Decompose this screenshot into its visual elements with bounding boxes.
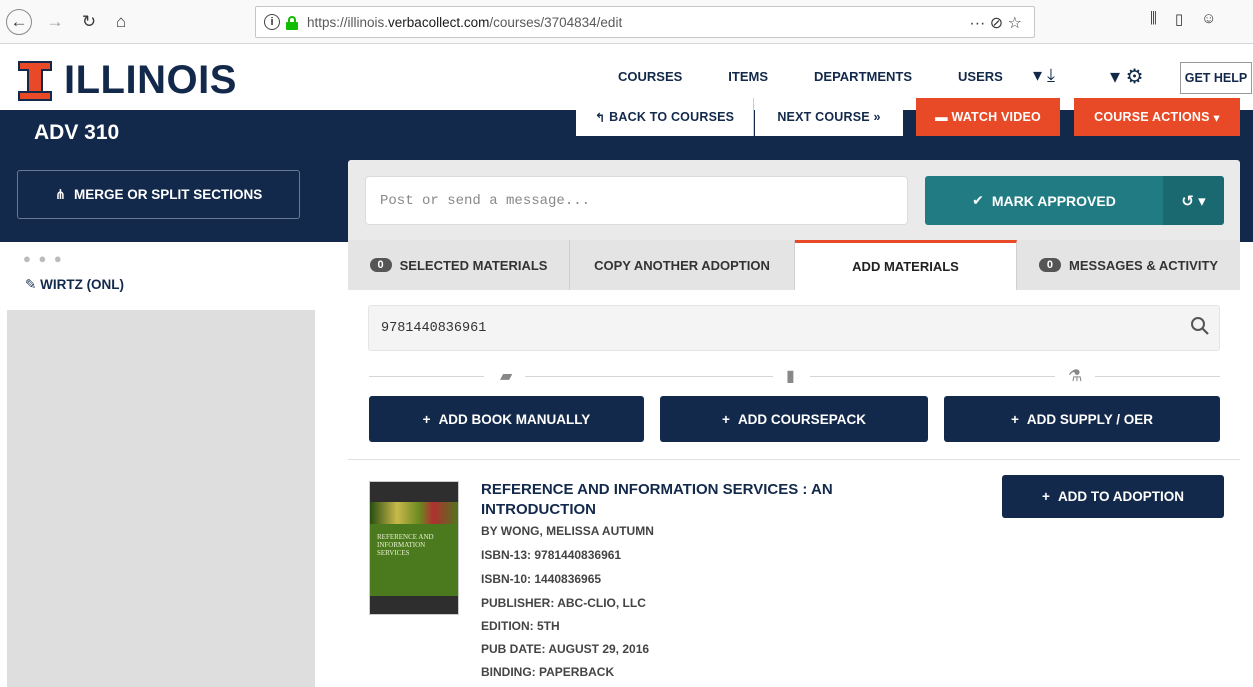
back-icon: ↰ xyxy=(594,110,610,125)
divider-line xyxy=(525,376,773,377)
section-wirtz[interactable]: ✎ WIRTZ (ONL) xyxy=(25,277,124,293)
book-icon: ▰ xyxy=(500,368,513,385)
browser-tools: ⫼ ▯ ☺ xyxy=(1150,10,1217,28)
tab-copy-adoption[interactable]: COPY ANOTHER ADOPTION xyxy=(570,240,795,290)
nav-users[interactable]: USERS xyxy=(958,69,1003,84)
plus-icon: + xyxy=(1011,411,1019,427)
plus-icon: + xyxy=(1042,489,1050,504)
section-dots: ● ● ● xyxy=(23,251,64,266)
add-supply-oer-button[interactable]: + ADD SUPPLY / OER xyxy=(944,396,1220,442)
download-icon[interactable]: ▾ ⤓ xyxy=(1033,65,1055,86)
tab-messages-activity[interactable]: 0 MESSAGES & ACTIVITY xyxy=(1017,240,1240,290)
caret-down-icon: ▾ xyxy=(1209,110,1220,125)
plus-icon: + xyxy=(422,411,431,427)
extension-icon[interactable]: ☺ xyxy=(1201,10,1216,28)
add-book-manually-button[interactable]: + ADD BOOK MANUALLY xyxy=(369,396,644,442)
book-author: BY WONG, MELISSA AUTUMN xyxy=(481,524,654,538)
top-nav: COURSES ITEMS DEPARTMENTS USERS xyxy=(618,69,1049,84)
file-icon: ▮ xyxy=(786,368,795,385)
book-publisher: PUBLISHER: ABC-CLIO, LLC xyxy=(481,596,646,610)
book-cover-image: REFERENCE AND INFORMATION SERVICES xyxy=(369,481,459,615)
tab-add-materials[interactable]: ADD MATERIALS xyxy=(795,240,1017,290)
url-domain: verbacollect.com xyxy=(388,14,490,30)
sidebar-icon[interactable]: ▯ xyxy=(1175,10,1183,28)
watch-video-button[interactable]: ▬ WATCH VIDEO xyxy=(916,98,1060,136)
divider xyxy=(348,459,1240,460)
book-isbn13: ISBN-13: 9781440836961 xyxy=(481,548,622,562)
isbn-search-input[interactable]: 9781440836961 xyxy=(368,305,1220,351)
check-icon: ✔ xyxy=(972,192,984,208)
approve-options-dropdown[interactable]: ↺ ▾ xyxy=(1163,176,1224,225)
course-actions-button[interactable]: COURSE ACTIONS ▾ xyxy=(1074,98,1240,136)
book-edition: EDITION: 5TH xyxy=(481,619,560,633)
double-chevron-icon: » xyxy=(869,110,881,124)
sitemap-icon: ⋔ xyxy=(54,186,67,202)
nav-departments[interactable]: DEPARTMENTS xyxy=(814,69,912,84)
sidebar-empty-area xyxy=(7,310,315,687)
url-prefix: https://illinois. xyxy=(307,14,389,30)
book-title[interactable]: REFERENCE AND INFORMATION SERVICES : AN … xyxy=(481,480,901,520)
back-arrow-icon[interactable]: ← xyxy=(6,9,32,35)
nav-items[interactable]: ITEMS xyxy=(728,69,768,84)
divider-line xyxy=(1095,376,1220,377)
forward-arrow-icon[interactable]: → xyxy=(42,9,68,35)
divider-line xyxy=(369,376,484,377)
book-binding: BINDING: PAPERBACK xyxy=(481,665,615,679)
video-icon: ▬ xyxy=(935,110,952,124)
info-icon[interactable]: i xyxy=(264,14,280,30)
url-path: /courses/3704834/edit xyxy=(489,14,623,30)
divider-line xyxy=(810,376,1055,377)
material-tabs: 0 SELECTED MATERIALS COPY ANOTHER ADOPTI… xyxy=(348,240,1240,290)
book-isbn10: ISBN-10: 1440836965 xyxy=(481,572,602,586)
mark-approved-button[interactable]: ✔ MARK APPROVED xyxy=(925,176,1163,225)
illinois-logo[interactable]: ILLINOIS xyxy=(18,58,237,103)
gear-icon[interactable]: ▾ ⚙ xyxy=(1110,64,1144,89)
url-actions[interactable]: ··· ⊘ ☆ xyxy=(969,13,1022,33)
selected-count-badge: 0 xyxy=(369,258,392,272)
merge-split-button[interactable]: ⋔ MERGE OR SPLIT SECTIONS xyxy=(17,170,300,219)
address-bar[interactable]: i https://illinois. verbacollect.com/cour… xyxy=(255,6,1035,38)
lock-icon xyxy=(286,15,298,30)
back-to-courses-button[interactable]: ↰ BACK TO COURSES xyxy=(576,98,754,136)
nav-courses[interactable]: COURSES xyxy=(618,69,682,84)
logo-text: ILLINOIS xyxy=(64,58,237,102)
message-input[interactable]: Post or send a message... xyxy=(365,176,908,225)
get-help-button[interactable]: GET HELP xyxy=(1180,62,1252,94)
flask-icon: ⚗ xyxy=(1068,368,1083,385)
search-icon[interactable] xyxy=(1190,316,1210,336)
undo-icon: ↺ ▾ xyxy=(1181,192,1206,210)
pencil-icon[interactable]: ✎ xyxy=(25,277,36,292)
browser-toolbar: ← → ↻ ⌂ i https://illinois. verbacollect.… xyxy=(0,0,1253,44)
add-coursepack-button[interactable]: + ADD COURSEPACK xyxy=(660,396,928,442)
block-i-icon xyxy=(18,60,52,101)
messages-count-badge: 0 xyxy=(1038,258,1062,272)
tab-selected-materials[interactable]: 0 SELECTED MATERIALS xyxy=(348,240,570,290)
home-icon[interactable]: ⌂ xyxy=(108,9,134,35)
library-icon[interactable]: ⫼ xyxy=(1150,10,1157,28)
add-to-adoption-button[interactable]: + ADD TO ADOPTION xyxy=(1002,475,1224,518)
plus-icon: + xyxy=(722,411,730,427)
book-pub-date: PUB DATE: AUGUST 29, 2016 xyxy=(481,642,650,656)
course-title: ADV 310 xyxy=(34,121,120,144)
next-course-button[interactable]: NEXT COURSE » xyxy=(755,98,903,136)
reload-icon[interactable]: ↻ xyxy=(76,9,102,35)
